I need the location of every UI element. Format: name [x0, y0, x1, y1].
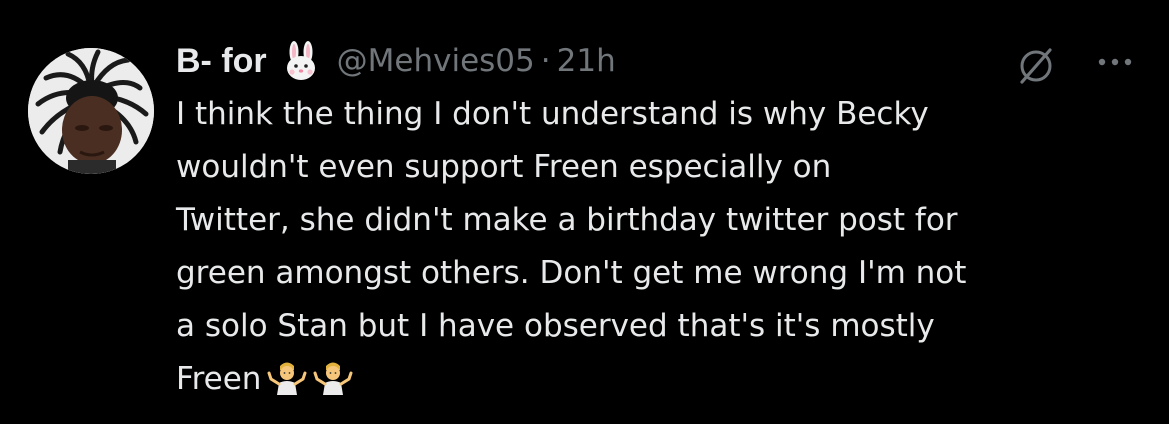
more-dots-icon[interactable]: [1094, 50, 1138, 78]
avatar-image: [28, 48, 154, 174]
man-shrugging-icon: [267, 357, 307, 414]
tweet-text-line: wouldn't even support Freen especially o…: [176, 149, 832, 185]
display-name[interactable]: B- for: [176, 42, 267, 81]
tweet[interactable]: B- for @Mehvies05 · 21h I think the thin…: [0, 0, 1169, 424]
avatar[interactable]: [28, 48, 154, 174]
tweet-text-last-line: Freen: [176, 353, 1136, 406]
tweet-text-line: Freen: [176, 361, 262, 397]
timestamp[interactable]: 21h: [557, 43, 616, 79]
man-shrugging-icon: [313, 357, 353, 414]
separator-dot: ·: [540, 43, 551, 79]
tweet-text-line: green amongst others. Don't get me wrong…: [176, 255, 967, 291]
grok-slash-icon[interactable]: [1014, 44, 1058, 92]
user-handle[interactable]: @Mehvies05: [337, 43, 535, 79]
tweet-text-line: I think the thing I don't understand is …: [176, 96, 929, 132]
tweet-header: B- for @Mehvies05 · 21h: [176, 36, 616, 86]
tweet-text-line: a solo Stan but I have observed that's i…: [176, 308, 935, 344]
tweet-text: I think the thing I don't understand is …: [176, 88, 1136, 406]
tweet-text-line: Twitter, she didn't make a birthday twit…: [176, 202, 958, 238]
rabbit-face-icon: [281, 41, 321, 81]
